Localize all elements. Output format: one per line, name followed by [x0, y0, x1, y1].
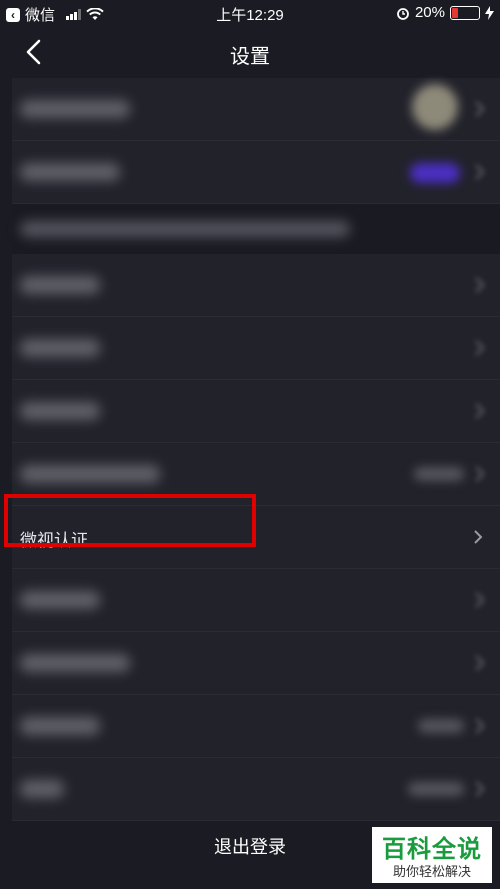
settings-row[interactable]: [12, 632, 500, 695]
battery-percent: 20%: [414, 4, 445, 21]
settings-row[interactable]: [12, 254, 500, 317]
avatar: [412, 84, 458, 130]
blurred-value: [414, 467, 464, 481]
chevron-right-icon: [475, 466, 485, 482]
status-bar: ‹ 微信 上午12:29 20%: [0, 0, 500, 26]
navigation-bar: 设置: [0, 26, 500, 78]
settings-row[interactable]: [12, 569, 500, 632]
chevron-right-icon: [475, 101, 485, 117]
watermark-logo: 百科全说 助你轻松解决: [372, 827, 492, 883]
highlight-box: [4, 494, 256, 547]
chevron-right-icon: [475, 781, 485, 797]
settings-row[interactable]: [12, 758, 500, 821]
chevron-right-icon: [475, 340, 485, 356]
blurred-label: [20, 654, 130, 672]
blurred-value: [408, 782, 464, 796]
watermark-subtitle: 助你轻松解决: [392, 864, 471, 879]
blurred-label: [20, 465, 160, 483]
blurred-label: [20, 717, 100, 735]
chevron-right-icon: [475, 718, 485, 734]
settings-row[interactable]: [12, 695, 500, 758]
chevron-right-icon: [475, 655, 485, 671]
settings-row[interactable]: [12, 317, 500, 380]
settings-row[interactable]: [12, 380, 500, 443]
blurred-label: [20, 100, 130, 118]
settings-row-avatar[interactable]: [12, 78, 500, 141]
settings-row-account[interactable]: [12, 141, 500, 204]
blurred-label: [20, 591, 100, 609]
chevron-right-icon: [475, 592, 485, 608]
chevron-right-icon: [475, 403, 485, 419]
watermark-title: 百科全说: [382, 836, 482, 863]
alarm-clock-icon: [397, 7, 409, 20]
chevron-right-icon: [475, 164, 485, 180]
charging-bolt-icon: [485, 5, 494, 20]
status-right: 20%: [396, 4, 494, 21]
blurred-label: [20, 339, 100, 357]
blurred-label: [20, 780, 64, 798]
blurred-label: [20, 402, 100, 420]
status-badge: [410, 163, 460, 183]
blurred-value: [418, 719, 464, 733]
page-title: 设置: [230, 46, 270, 68]
blurred-label: [20, 276, 100, 294]
blurred-label: [20, 163, 120, 181]
settings-list: 微视认证: [12, 78, 500, 821]
chevron-right-icon: [474, 530, 483, 544]
blurred-section-text: [20, 221, 350, 237]
section-header: [12, 204, 500, 254]
chevron-right-icon: [475, 277, 485, 293]
battery-icon: [450, 5, 480, 20]
